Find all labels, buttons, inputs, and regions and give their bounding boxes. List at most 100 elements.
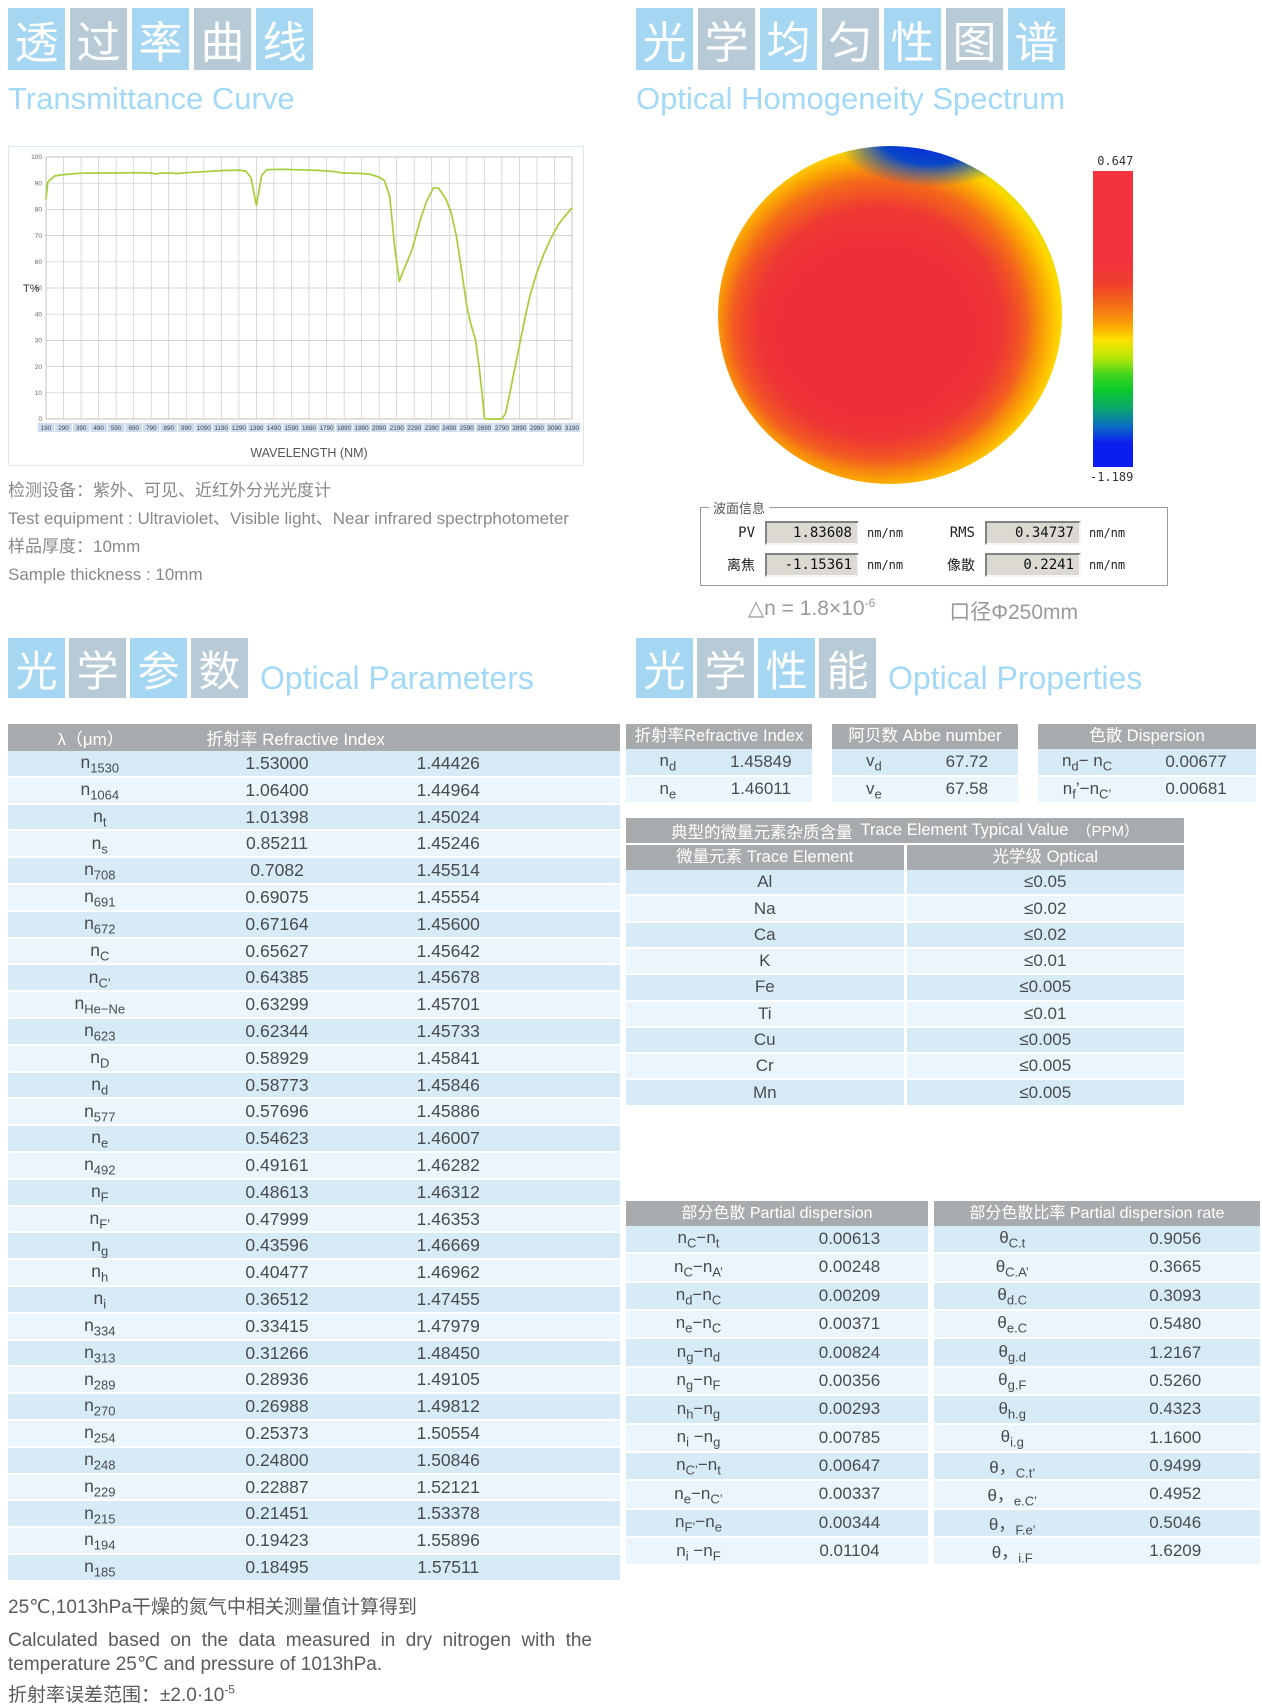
heatmap-row: 0.647 -1.189 <box>636 146 1262 484</box>
row-value: 0.00371 <box>771 1314 928 1334</box>
param-symbol: nF’ <box>8 1208 192 1231</box>
row-symbol: θ，C.t’ <box>934 1453 1090 1479</box>
section-headers: 光学参数 Optical Parameters 光学性能 Optical Pro… <box>8 638 1262 698</box>
footnote-cn: 25℃,1013hPa干燥的氮气中相关测量值计算得到 <box>8 1592 1262 1619</box>
trace-element-value: ≤0.01 <box>907 949 1185 973</box>
row-value: 0.00293 <box>771 1399 928 1419</box>
wavefront-field-label: 像散 <box>929 555 985 575</box>
param-wavelength: 0.40477 <box>192 1262 363 1283</box>
param-index: 1.45733 <box>363 1021 534 1042</box>
param-index: 1.46353 <box>363 1209 534 1230</box>
param-index: 1.45701 <box>363 994 534 1015</box>
param-wavelength: 0.65627 <box>192 941 363 962</box>
param-symbol: n577 <box>8 1101 192 1124</box>
svg-text:60: 60 <box>35 259 43 266</box>
param-row: n492 0.49161 1.46282 <box>8 1153 620 1180</box>
wavefront-field-unit: nm/nm <box>859 558 929 572</box>
param-wavelength: 0.19423 <box>192 1530 363 1551</box>
row-value: 0.00337 <box>771 1484 928 1504</box>
colorbar-min-label: -1.189 <box>1090 470 1133 484</box>
partial-dispersion-rate-table: 部分色散比率 Partial dispersion rate θC.t 0.90… <box>934 1201 1260 1567</box>
svg-text:2390: 2390 <box>425 425 440 432</box>
trace-element-row: Fe ≤0.005 <box>626 975 1184 1001</box>
refractive-index-table-title: 折射率Refractive Index <box>626 724 812 749</box>
row-value: 0.00613 <box>771 1229 928 1249</box>
wavefront-field-unit: nm/nm <box>859 526 929 540</box>
partial-dispersion-rate-row-item: θ，C.t’ 0.9499 <box>934 1453 1260 1481</box>
colorbar <box>1093 171 1133 467</box>
params-table-header: λ（μm） 折射率 Refractive Index <box>8 724 620 751</box>
title-char-box: 光 <box>636 8 693 70</box>
row-symbol: nd−nC <box>626 1285 771 1306</box>
row-symbol: θg.d <box>934 1342 1090 1363</box>
param-index: 1.49812 <box>363 1396 534 1417</box>
row-symbol: nd <box>626 751 710 772</box>
param-wavelength: 0.67164 <box>192 914 363 935</box>
param-index: 1.49105 <box>363 1369 534 1390</box>
param-index: 1.46312 <box>363 1182 534 1203</box>
title-char-box: 参 <box>130 638 187 698</box>
wavefront-field-label: RMS <box>929 525 985 541</box>
colorbar-max-label: 0.647 <box>1097 154 1133 168</box>
param-symbol: n1064 <box>8 779 192 802</box>
trace-title-en: Trace Element Typical Value <box>861 821 1069 840</box>
row-symbol: ng−nF <box>626 1370 771 1391</box>
partial-dispersion-rate-row-item: θi.g 1.1600 <box>934 1425 1260 1453</box>
params-table-body: n1530 1.53000 1.44426 n1064 1.06400 1.44… <box>8 751 620 1582</box>
param-index: 1.45886 <box>363 1101 534 1122</box>
param-row: nF’ 0.47999 1.46353 <box>8 1207 620 1234</box>
homogeneity-title-en: Optical Homogeneity Spectrum <box>636 82 1262 116</box>
svg-text:690: 690 <box>128 425 139 432</box>
param-row: ni 0.36512 1.47455 <box>8 1287 620 1314</box>
svg-text:3190: 3190 <box>565 425 580 432</box>
refractive-index-row: ne 1.46011 <box>626 777 812 805</box>
partial-dispersion-row-item: nC−nA’ 0.00248 <box>626 1254 928 1282</box>
row-value: 0.00209 <box>771 1286 928 1306</box>
trace-element-row: Ca ≤0.02 <box>626 923 1184 949</box>
partial-dispersion-title: 部分色散 Partial dispersion <box>626 1201 928 1226</box>
param-index: 1.46007 <box>363 1128 534 1149</box>
row-symbol: θ，F.e’ <box>934 1510 1090 1536</box>
param-row: n194 0.19423 1.55896 <box>8 1528 620 1555</box>
title-char-box: 率 <box>132 8 189 70</box>
row-symbol: θ，i.F <box>934 1538 1090 1564</box>
param-index: 1.44426 <box>363 753 534 774</box>
svg-text:1090: 1090 <box>197 425 212 432</box>
row-symbol: ve <box>832 779 916 800</box>
trace-element-row: Mn ≤0.005 <box>626 1080 1184 1106</box>
param-symbol: n623 <box>8 1020 192 1043</box>
param-wavelength: 0.21451 <box>192 1503 363 1524</box>
param-index: 1.45246 <box>363 833 534 854</box>
param-symbol: ng <box>8 1235 192 1258</box>
title-char-box: 图 <box>946 8 1003 70</box>
svg-text:3090: 3090 <box>547 425 562 432</box>
dispersion-table-title: 色散 Dispersion <box>1038 724 1256 749</box>
row-symbol: θC.A’ <box>934 1257 1090 1278</box>
param-index: 1.53378 <box>363 1503 534 1524</box>
row-value: 0.4323 <box>1090 1399 1260 1419</box>
abbe-number-row: vd 67.72 <box>832 749 1018 777</box>
param-row: n708 0.7082 1.45514 <box>8 858 620 885</box>
title-char-box: 光 <box>8 638 65 698</box>
row-symbol: θe.C <box>934 1313 1090 1334</box>
row-value: 1.46011 <box>710 779 812 799</box>
param-index: 1.47455 <box>363 1289 534 1310</box>
svg-text:1690: 1690 <box>302 425 317 432</box>
svg-text:590: 590 <box>111 425 122 432</box>
param-index: 1.46669 <box>363 1235 534 1256</box>
row-symbol: ng−nd <box>626 1342 771 1363</box>
param-index: 1.47979 <box>363 1316 534 1337</box>
param-index: 1.50846 <box>363 1450 534 1471</box>
param-wavelength: 0.69075 <box>192 887 363 908</box>
param-wavelength: 0.47999 <box>192 1209 363 1230</box>
param-wavelength: 0.58929 <box>192 1048 363 1069</box>
title-char-box: 学 <box>697 638 754 698</box>
param-symbol: n672 <box>8 913 192 936</box>
svg-text:290: 290 <box>58 425 69 432</box>
row-symbol: nh−ng <box>626 1399 771 1420</box>
trace-element-value: ≤0.05 <box>907 870 1185 894</box>
equipment-notes: 检测设备：紫外、可见、近红外分光光度计Test equipment : Ultr… <box>8 480 620 587</box>
trace-element-row: K ≤0.01 <box>626 949 1184 975</box>
title-char-box: 能 <box>819 638 876 698</box>
param-index: 1.48450 <box>363 1343 534 1364</box>
